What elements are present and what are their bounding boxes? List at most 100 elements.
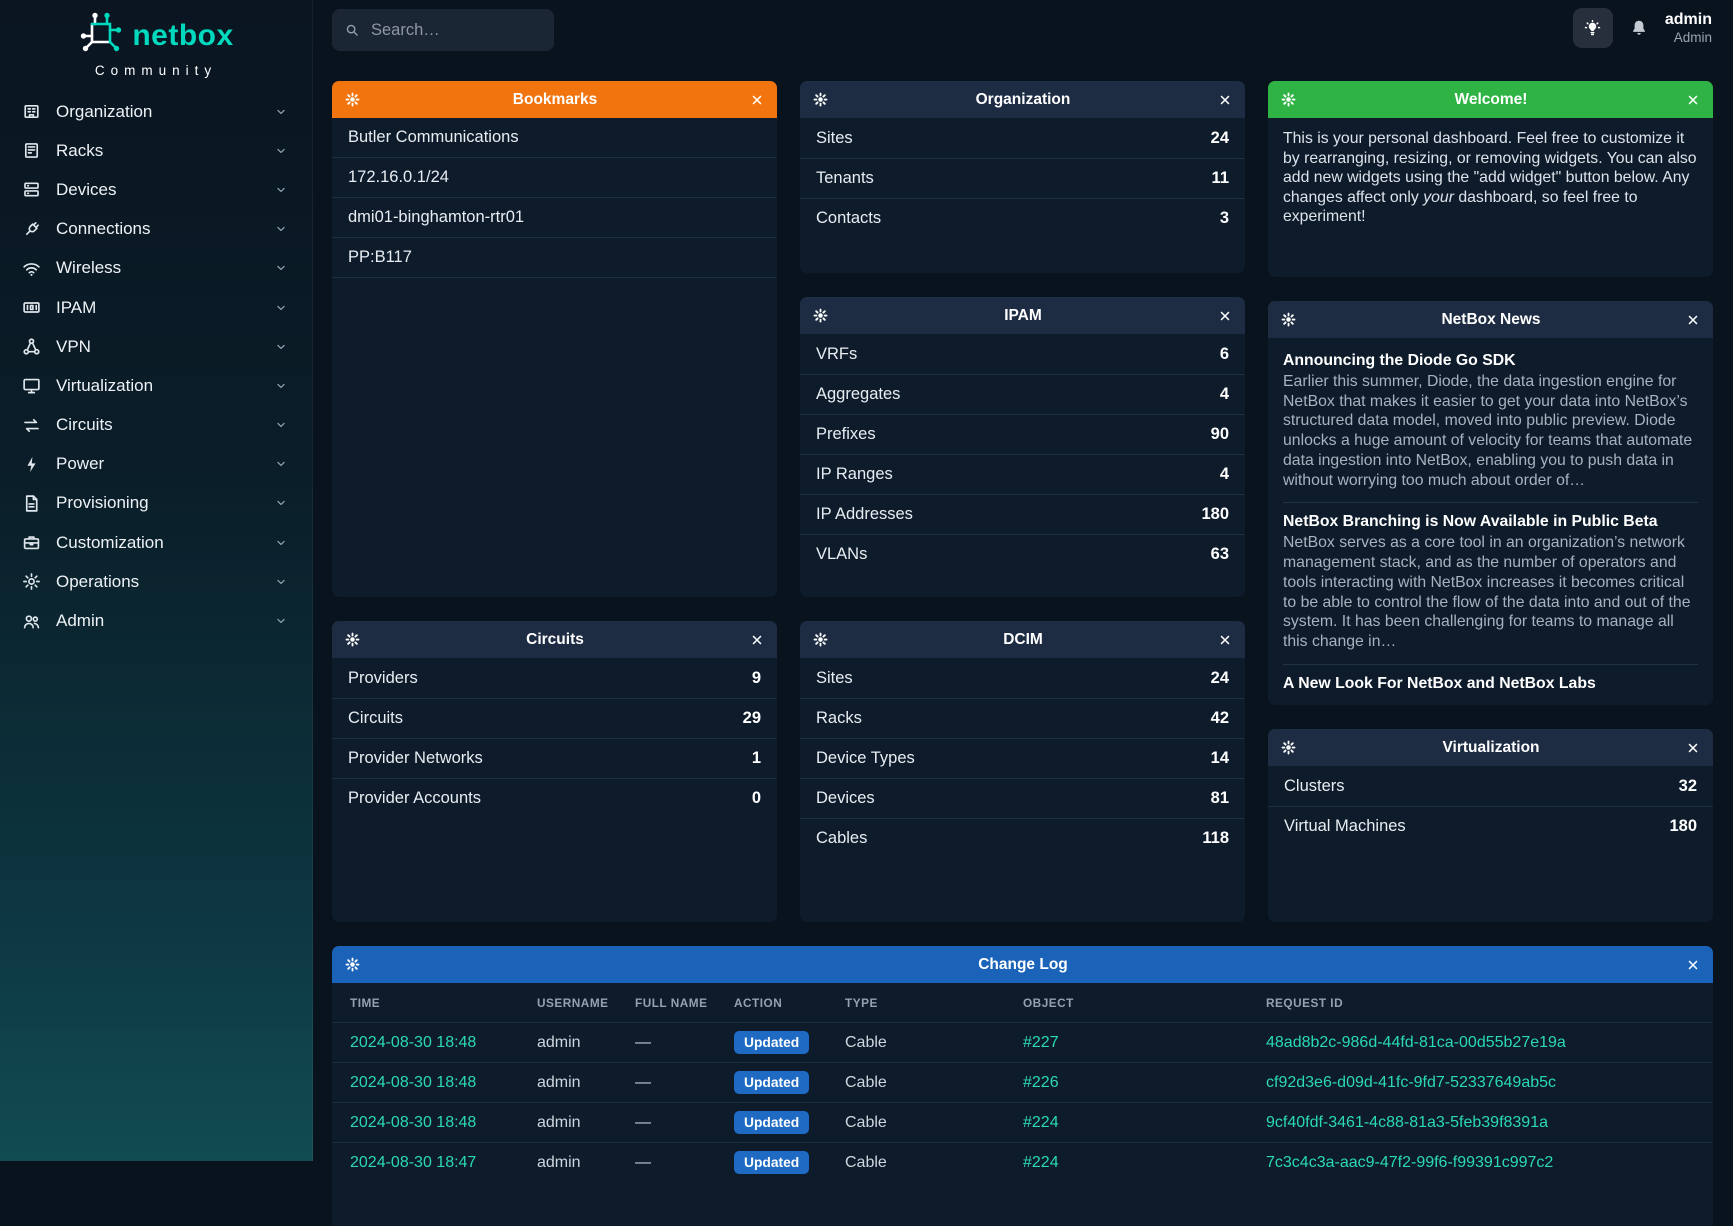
gear-icon[interactable] [345, 957, 360, 972]
stat-value: 180 [1201, 505, 1229, 524]
news-link[interactable]: NetBox Branching is Now Available in Pub… [1283, 513, 1698, 531]
users-icon [22, 612, 41, 631]
close-icon[interactable] [1686, 93, 1700, 107]
object-link[interactable]: #227 [1023, 1034, 1266, 1052]
netbox-logo[interactable]: netbox Community [0, 0, 312, 78]
request-id-link[interactable]: 7c3c4c3a-aac9-47f2-99f6-f99391c997c2 [1266, 1154, 1695, 1172]
sidebar-item-racks[interactable]: Racks [0, 131, 312, 170]
sidebar-item-virtualization[interactable]: Virtualization [0, 366, 312, 405]
stat-row[interactable]: Racks 42 [800, 698, 1245, 738]
sidebar-item-power[interactable]: Power [0, 445, 312, 484]
request-id-link[interactable]: cf92d3e6-d09d-41fc-9fd7-52337649ab5c [1266, 1074, 1695, 1092]
widget-change-log: Change Log Time Username Full Name Actio… [332, 946, 1713, 1226]
stat-row[interactable]: Virtual Machines 180 [1268, 806, 1713, 846]
change-time-link[interactable]: 2024-08-30 18:48 [350, 1074, 537, 1092]
stat-row[interactable]: Tenants 11 [800, 158, 1245, 198]
column-header: Full Name [635, 996, 734, 1010]
close-icon[interactable] [1218, 309, 1232, 323]
sidebar-item-connections[interactable]: Connections [0, 210, 312, 249]
sidebar-item-organization[interactable]: Organization [0, 92, 312, 131]
stat-label: Provider Accounts [348, 789, 481, 808]
sidebar-item-operations[interactable]: Operations [0, 562, 312, 601]
stat-row[interactable]: VRFs 6 [800, 334, 1245, 374]
stat-row[interactable]: Contacts 3 [800, 198, 1245, 238]
close-icon[interactable] [1218, 633, 1232, 647]
user-menu[interactable]: admin Admin [1665, 11, 1712, 45]
stat-row[interactable]: Sites 24 [800, 658, 1245, 698]
chevron-down-icon [274, 261, 288, 275]
gear-icon[interactable] [813, 92, 828, 107]
object-link[interactable]: #224 [1023, 1154, 1266, 1172]
request-id-link[interactable]: 48ad8b2c-986d-44fd-81ca-00d55b27e19a [1266, 1034, 1695, 1052]
sidebar-item-customization[interactable]: Customization [0, 523, 312, 562]
stat-label: Circuits [348, 709, 403, 728]
stat-row[interactable]: Aggregates 4 [800, 374, 1245, 414]
object-link[interactable]: #224 [1023, 1114, 1266, 1132]
gear-icon[interactable] [345, 632, 360, 647]
news-link[interactable]: A New Look For NetBox and NetBox Labs [1283, 675, 1698, 693]
gear-icon[interactable] [1281, 740, 1296, 755]
bookmark-link[interactable]: PP:B117 [332, 238, 777, 278]
search-input[interactable] [369, 20, 541, 41]
stat-value: 1 [752, 749, 761, 768]
close-icon[interactable] [750, 93, 764, 107]
stat-label: IP Addresses [816, 505, 913, 524]
close-icon[interactable] [1686, 958, 1700, 972]
search-box[interactable] [332, 9, 554, 51]
bookmark-link[interactable]: Butler Communications [332, 118, 777, 158]
close-icon[interactable] [750, 633, 764, 647]
stat-row[interactable]: IP Addresses 180 [800, 494, 1245, 534]
chevron-down-icon [274, 301, 288, 315]
stat-row[interactable]: Sites 24 [800, 118, 1245, 158]
action-badge: Updated [734, 1031, 809, 1054]
stat-row[interactable]: Clusters 32 [1268, 766, 1713, 806]
bookmark-link[interactable]: 172.16.0.1/24 [332, 158, 777, 198]
theme-toggle-button[interactable] [1573, 8, 1613, 48]
chevron-down-icon [274, 575, 288, 589]
sidebar-item-vpn[interactable]: VPN [0, 327, 312, 366]
bell-icon[interactable] [1630, 19, 1648, 37]
search-icon [345, 22, 359, 38]
object-link[interactable]: #226 [1023, 1074, 1266, 1092]
sidebar-item-admin[interactable]: Admin [0, 601, 312, 640]
gear-icon[interactable] [345, 92, 360, 107]
stat-row[interactable]: Circuits 29 [332, 698, 777, 738]
stat-label: VLANs [816, 545, 867, 564]
stat-label: Cables [816, 829, 867, 848]
close-icon[interactable] [1686, 741, 1700, 755]
gear-icon[interactable] [1281, 92, 1296, 107]
stat-row[interactable]: Provider Networks 1 [332, 738, 777, 778]
gear-icon[interactable] [813, 632, 828, 647]
stat-row[interactable]: Cables 118 [800, 818, 1245, 858]
stat-row[interactable]: IP Ranges 4 [800, 454, 1245, 494]
close-icon[interactable] [1218, 93, 1232, 107]
devices-icon [22, 180, 41, 199]
change-full-name: — [635, 1154, 734, 1172]
bookmark-link[interactable]: dmi01-binghamton-rtr01 [332, 198, 777, 238]
stat-row[interactable]: VLANs 63 [800, 534, 1245, 574]
news-link[interactable]: Announcing the Diode Go SDK [1283, 352, 1698, 370]
sidebar-item-ipam[interactable]: IPAM [0, 288, 312, 327]
sidebar-item-provisioning[interactable]: Provisioning [0, 484, 312, 523]
stat-row[interactable]: Prefixes 90 [800, 414, 1245, 454]
change-time-link[interactable]: 2024-08-30 18:48 [350, 1034, 537, 1052]
change-time-link[interactable]: 2024-08-30 18:48 [350, 1114, 537, 1132]
sidebar-item-devices[interactable]: Devices [0, 170, 312, 209]
bolt-icon [22, 455, 41, 474]
request-id-link[interactable]: 9cf40fdf-3461-4c88-81a3-5feb39f8391a [1266, 1114, 1695, 1132]
transfer-icon [22, 416, 41, 435]
gear-icon[interactable] [813, 308, 828, 323]
sidebar-item-label: Wireless [56, 258, 274, 278]
sidebar-item-circuits[interactable]: Circuits [0, 406, 312, 445]
sidebar-item-wireless[interactable]: Wireless [0, 249, 312, 288]
vpn-icon [22, 337, 41, 356]
change-time-link[interactable]: 2024-08-30 18:47 [350, 1154, 537, 1172]
close-icon[interactable] [1686, 313, 1700, 327]
stat-row[interactable]: Devices 81 [800, 778, 1245, 818]
stat-row[interactable]: Device Types 14 [800, 738, 1245, 778]
stat-label: Virtual Machines [1284, 817, 1406, 836]
stat-row[interactable]: Providers 9 [332, 658, 777, 698]
stat-row[interactable]: Provider Accounts 0 [332, 778, 777, 818]
gear-icon[interactable] [1281, 312, 1296, 327]
sidebar-item-label: Admin [56, 611, 274, 631]
